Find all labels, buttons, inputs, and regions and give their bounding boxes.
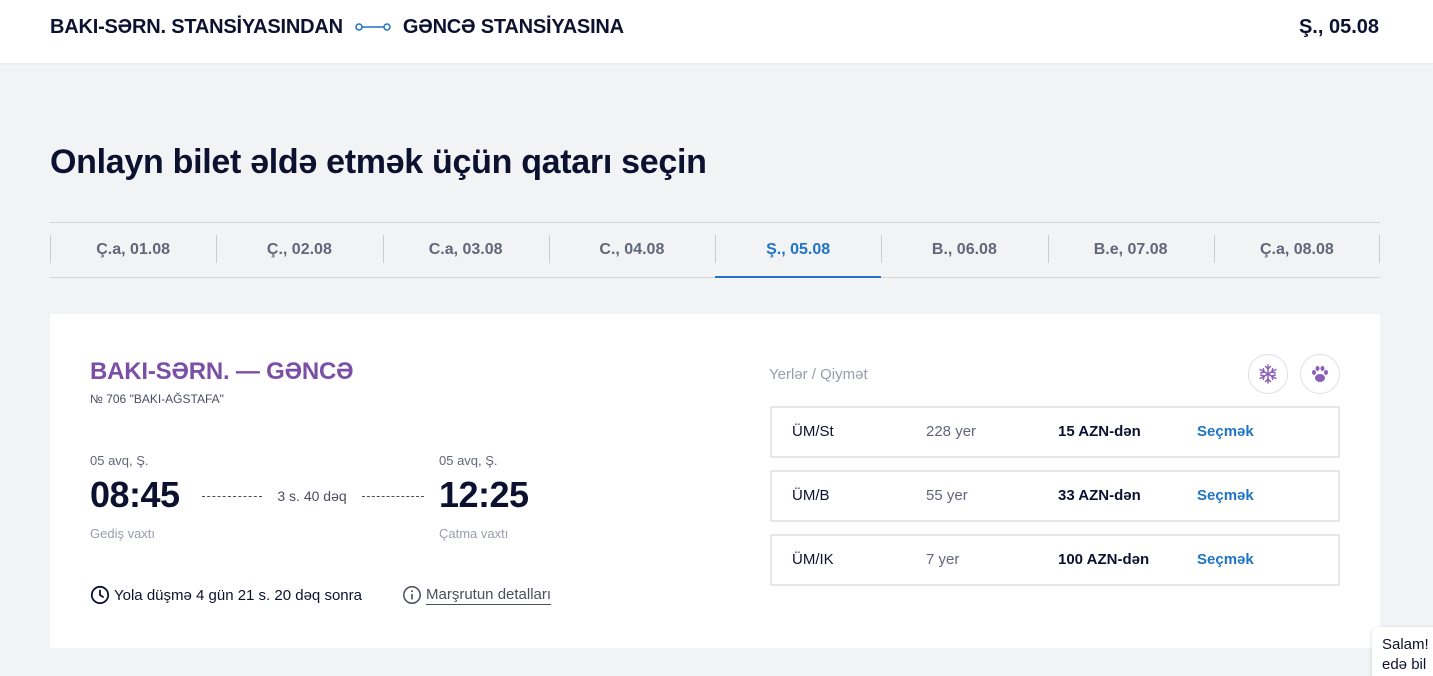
select-button[interactable]: Seçmək: [1197, 487, 1254, 504]
active-tab-underline: [715, 276, 882, 278]
departure-countdown: Yola düşmə 4 gün 21 s. 20 dəq sonra: [90, 585, 362, 605]
route-from: BAKI-SƏRN. STANSİYASINDAN: [50, 15, 343, 38]
seat-class-row: ÜM/IK 7 yer 100 AZN-dən Seçmək: [770, 534, 1340, 586]
date-tab[interactable]: B.e, 07.08: [1047, 223, 1214, 277]
date-tab[interactable]: B., 06.08: [881, 223, 1047, 277]
departure-label: Gediş vaxtı: [90, 526, 156, 541]
date-tab-label: C.a, 03.08: [428, 241, 503, 258]
seat-count: 228 yer: [926, 423, 977, 440]
route-arrow-icon: [355, 22, 391, 32]
date-tab[interactable]: Ç.a, 01.08: [50, 223, 216, 277]
train-number: № 706 "BAKI-AĞSTAFA": [90, 392, 224, 406]
travel-duration: 3 s. 40 dəq: [277, 488, 347, 504]
seat-class-row: ÜM/St 228 yer 15 AZN-dən Seçmək: [770, 406, 1340, 458]
date-tab-label: Ç.a, 08.08: [1259, 241, 1334, 258]
seat-count: 7 yer: [926, 551, 960, 568]
arrival-date: 05 avq, Ş.: [439, 453, 498, 468]
date-tab-active[interactable]: Ş., 05.08: [715, 223, 882, 278]
route-to: GƏNCƏ STANSİYASINA: [402, 15, 624, 38]
date-tab-label: C., 04.08: [599, 241, 665, 258]
clock-icon: [90, 585, 110, 605]
countdown-text: Yola düşmə 4 gün 21 s. 20 dəq sonra: [114, 586, 362, 604]
date-tab[interactable]: C.a, 03.08: [382, 223, 549, 277]
date-tabs: Ç.a, 01.08 Ç., 02.08 C.a, 03.08 C., 04.0…: [50, 222, 1381, 278]
seat-price: 33 AZN-dən: [1058, 487, 1141, 504]
departure-date: 05 avq, Ş.: [90, 453, 149, 468]
info-icon: [402, 585, 422, 605]
duration-divider: [362, 496, 424, 497]
seat-class-row: ÜM/B 55 yer 33 AZN-dən Seçmək: [770, 470, 1340, 522]
arrival-time: 12:25: [439, 474, 529, 515]
date-tab-label: B., 06.08: [931, 241, 997, 258]
seats-header: Yerlər / Qiymət: [769, 366, 868, 383]
chat-message: edə bil: [1382, 656, 1427, 673]
page-title: Onlayn bilet əldə etmək üçün qatarı seçi…: [50, 143, 707, 181]
paw-icon: [1300, 354, 1340, 394]
select-button[interactable]: Seçmək: [1197, 423, 1254, 440]
seat-price: 15 AZN-dən: [1058, 423, 1141, 440]
arrival-label: Çatma vaxtı: [439, 526, 509, 541]
date-tab[interactable]: Ç.a, 08.08: [1213, 223, 1381, 277]
snowflake-icon: [1248, 354, 1288, 394]
route-details-link[interactable]: Marşrutun detalları: [402, 585, 552, 605]
seat-class: ÜM/IK: [792, 551, 834, 568]
date-tab-label: Ç., 02.08: [266, 241, 332, 258]
route-summary: BAKI-SƏRN. STANSİYASINDAN GƏNCƏ STANSİYA…: [50, 16, 624, 38]
seat-price: 100 AZN-dən: [1058, 551, 1150, 568]
date-tab[interactable]: C., 04.08: [548, 223, 715, 277]
train-route: BAKI-SƏRN. — GƏNCƏ: [90, 358, 354, 385]
seat-count: 55 yer: [926, 487, 968, 504]
chat-greeting: Salam!: [1382, 636, 1429, 653]
seat-class: ÜM/St: [792, 423, 834, 440]
duration-divider: [202, 496, 262, 497]
departure-time: 08:45: [90, 474, 180, 515]
route-details-text: Marşrutun detalları: [426, 585, 552, 605]
date-tab-label: B.e, 07.08: [1093, 241, 1168, 258]
train-card: BAKI-SƏRN. — GƏNCƏ № 706 "BAKI-AĞSTAFA" …: [50, 314, 1380, 648]
selected-date: Ş., 05.08: [1298, 16, 1379, 38]
date-tab-label: Ç.a, 01.08: [96, 241, 171, 258]
seat-class: ÜM/B: [792, 487, 830, 504]
date-tab-label: Ş., 05.08: [766, 241, 831, 258]
select-button[interactable]: Seçmək: [1197, 551, 1254, 568]
top-bar: BAKI-SƏRN. STANSİYASINDAN GƏNCƏ STANSİYA…: [0, 0, 1433, 63]
date-tab[interactable]: Ç., 02.08: [216, 223, 382, 277]
chat-popup[interactable]: Salam! edə bil: [1372, 627, 1433, 676]
